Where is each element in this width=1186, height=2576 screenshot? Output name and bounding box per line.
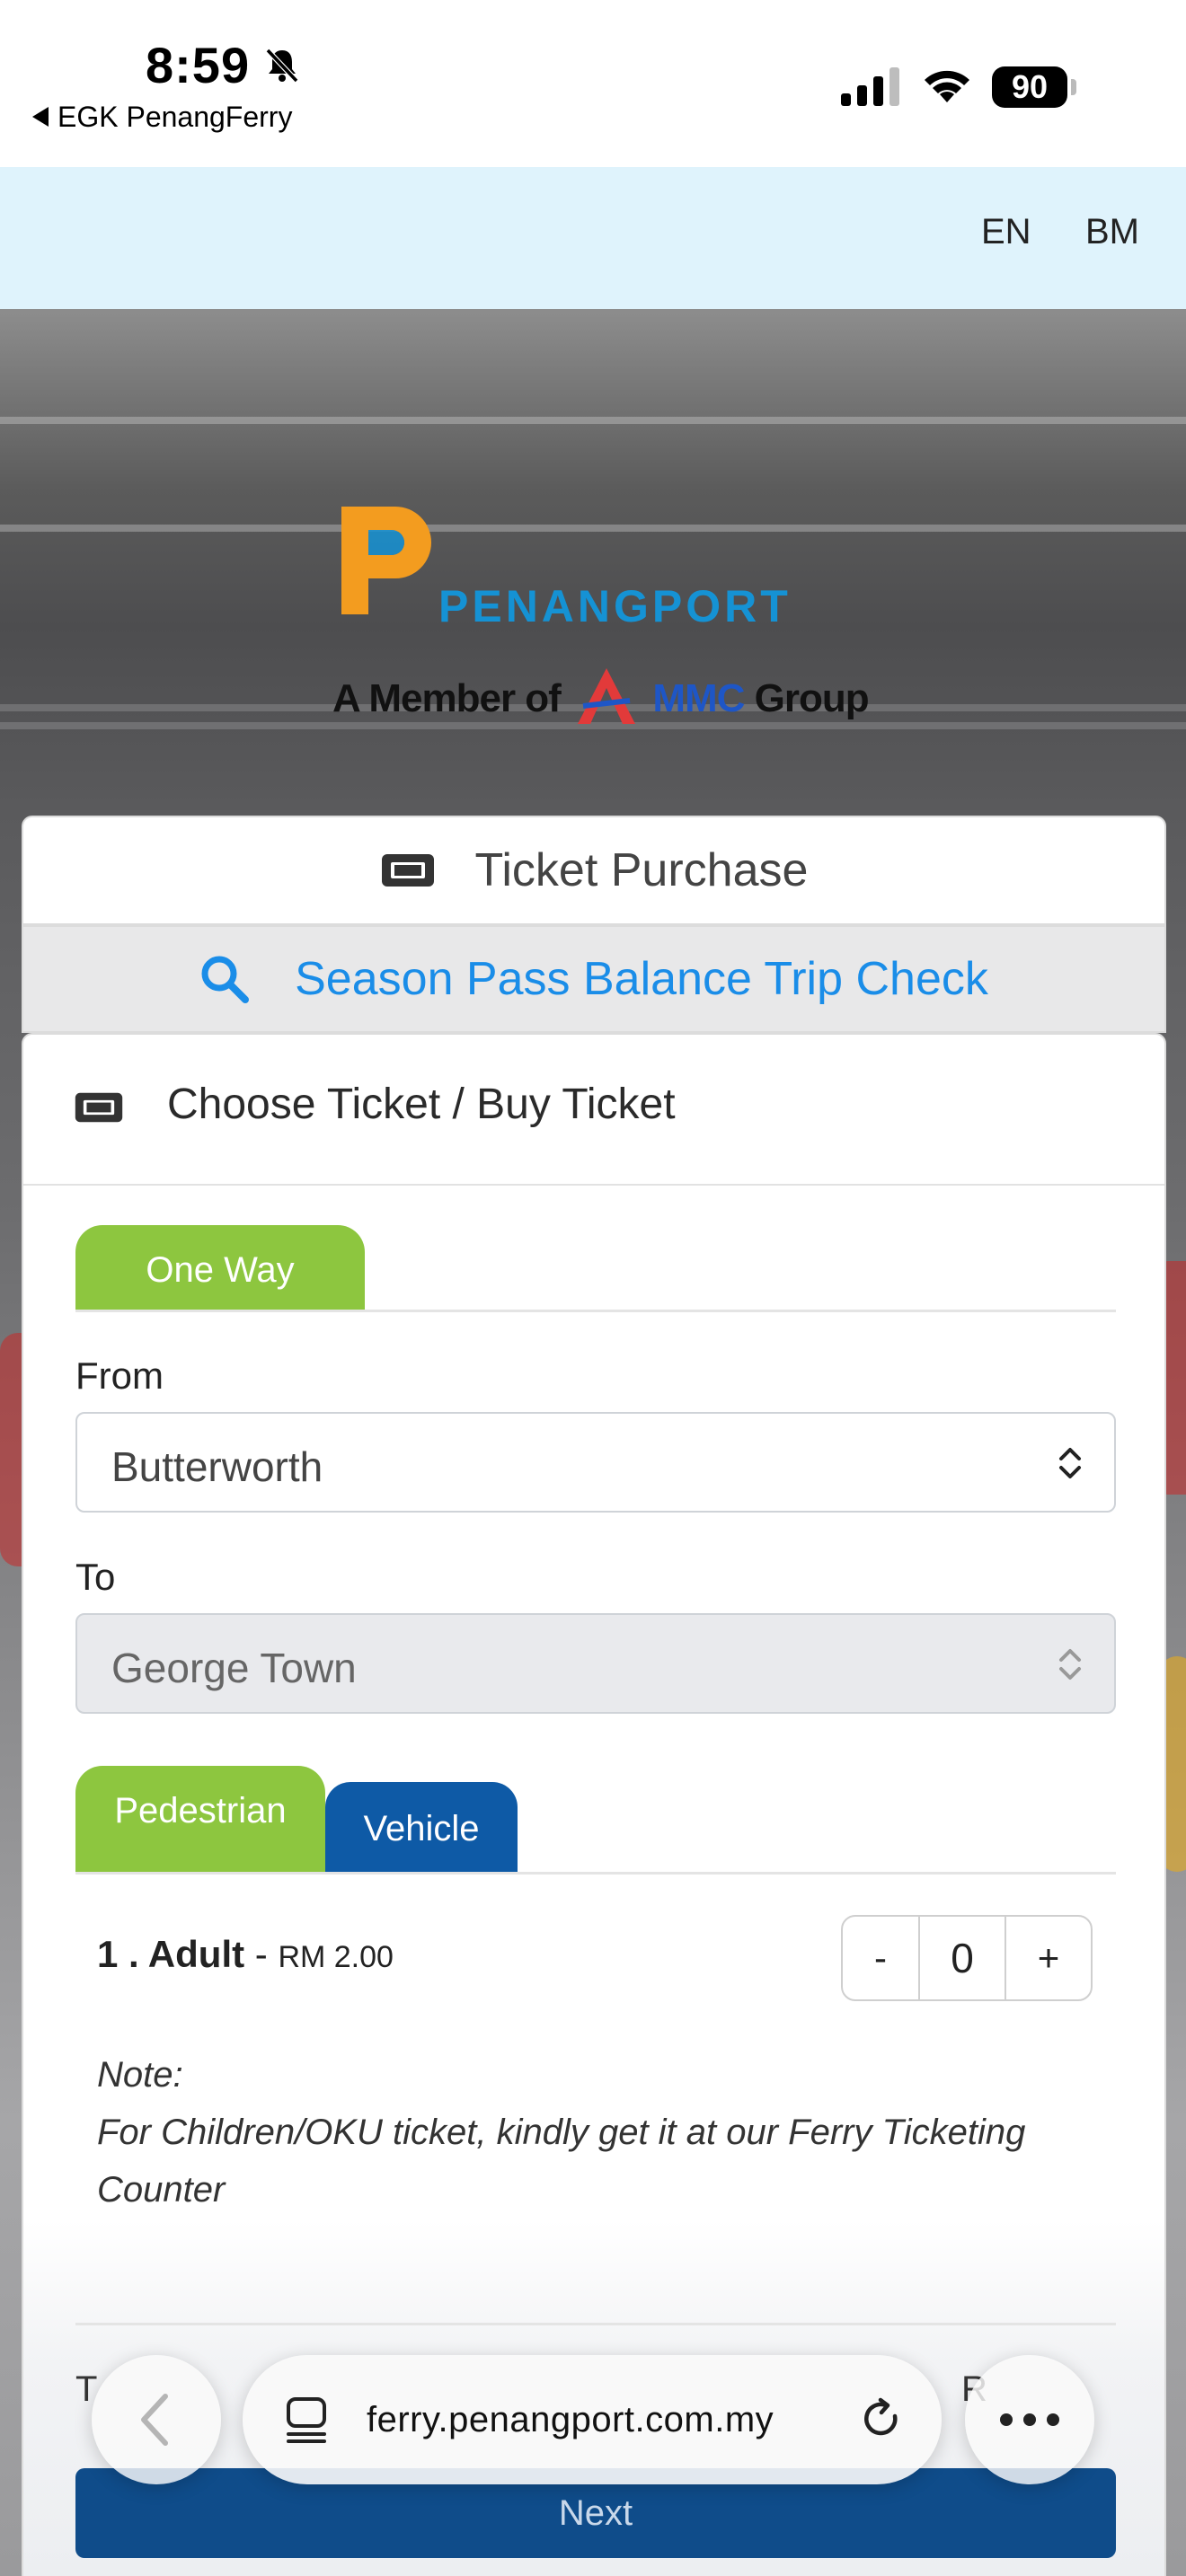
- penangport-logo: PENANGPORT A Member of MMC Group: [332, 498, 872, 731]
- ticket-icon: [75, 1092, 123, 1123]
- back-to-app-link[interactable]: EGK PenangFerry: [32, 101, 292, 134]
- url-text: ferry.penangport.com.my: [367, 2400, 774, 2439]
- member-prefix: A Member of: [332, 676, 562, 720]
- battery-level: 90: [992, 66, 1067, 108]
- mmc-member-line: A Member of MMC Group: [332, 665, 870, 728]
- chevron-left-icon: [141, 2394, 168, 2446]
- fare-price: RM 2.00: [278, 1940, 394, 1974]
- tab-overview-icon: [287, 2397, 326, 2443]
- tab-ticket-purchase-label: Ticket Purchase: [474, 844, 809, 896]
- from-select[interactable]: Butterworth: [75, 1412, 1116, 1513]
- tab-pedestrian[interactable]: Pedestrian: [75, 1766, 325, 1874]
- note-body: For Children/OKU ticket, kindly get it a…: [97, 2113, 1026, 2210]
- select-chevrons-icon: [1059, 1448, 1081, 1478]
- card-title: Choose Ticket / Buy Ticket: [167, 1081, 676, 1128]
- more-dots-icon: [1000, 2413, 1059, 2426]
- select-chevrons-icon: [1059, 1649, 1081, 1680]
- choose-ticket-card: Choose Ticket / Buy Ticket One Way From …: [22, 1033, 1166, 2576]
- penangport-wordmark: PENANGPORT: [438, 581, 792, 631]
- language-bm-button[interactable]: BM: [1085, 212, 1139, 252]
- mmc-name: MMC: [652, 676, 745, 720]
- penangport-p-icon: [341, 507, 431, 614]
- tab-one-way[interactable]: One Way: [75, 1225, 365, 1311]
- browser-back-button[interactable]: [92, 2355, 221, 2484]
- fare-adult: 1 . Adult - RM 2.00: [97, 1933, 394, 1976]
- quantity-value[interactable]: 0: [920, 1917, 1006, 1999]
- language-bar: EN BM: [0, 167, 1186, 309]
- fare-name: 1 . Adult: [97, 1933, 245, 1975]
- fare-separator: -: [244, 1933, 279, 1975]
- to-select[interactable]: George Town: [75, 1613, 1116, 1714]
- address-bar[interactable]: ferry.penangport.com.my: [243, 2355, 942, 2484]
- tab-season-pass-label: Season Pass Balance Trip Check: [295, 953, 988, 1005]
- wifi-icon: [925, 70, 969, 102]
- bell-slash-icon: [265, 48, 299, 84]
- browser-more-button[interactable]: [965, 2355, 1094, 2484]
- tab-vehicle[interactable]: Vehicle: [325, 1782, 518, 1874]
- note: Note: For Children/OKU ticket, kindly ge…: [97, 2046, 1103, 2219]
- divider: [75, 1310, 1116, 1312]
- language-en-button[interactable]: EN: [981, 212, 1031, 252]
- increase-button[interactable]: +: [1006, 1917, 1091, 1999]
- divider: [75, 2323, 1116, 2325]
- back-triangle-icon: [32, 107, 49, 127]
- from-value: Butterworth: [111, 1443, 323, 1490]
- card-header: Choose Ticket / Buy Ticket: [23, 1035, 1164, 1186]
- clock: 8:59: [146, 37, 251, 93]
- tab-ticket-purchase[interactable]: Ticket Purchase: [22, 816, 1166, 925]
- back-app-label: EGK PenangFerry: [58, 101, 293, 133]
- from-label: From: [75, 1354, 164, 1397]
- group-suffix: Group: [754, 676, 870, 720]
- note-title: Note:: [97, 2055, 183, 2095]
- search-icon: [201, 956, 250, 1003]
- to-label: To: [75, 1556, 116, 1598]
- status-bar: 8:59 EGK PenangFerry 90: [0, 0, 1186, 167]
- to-value: George Town: [111, 1645, 357, 1691]
- decrease-button[interactable]: -: [843, 1917, 920, 1999]
- reload-icon[interactable]: [859, 2396, 906, 2443]
- ticket-icon: [381, 854, 434, 887]
- tab-season-pass-check[interactable]: Season Pass Balance Trip Check: [22, 925, 1166, 1033]
- mmc-a-icon: [578, 668, 636, 724]
- quantity-stepper: - 0 +: [841, 1915, 1093, 2001]
- battery-indicator: 90: [992, 66, 1078, 108]
- divider: [75, 1872, 1116, 1875]
- cellular-signal-icon: [841, 67, 899, 106]
